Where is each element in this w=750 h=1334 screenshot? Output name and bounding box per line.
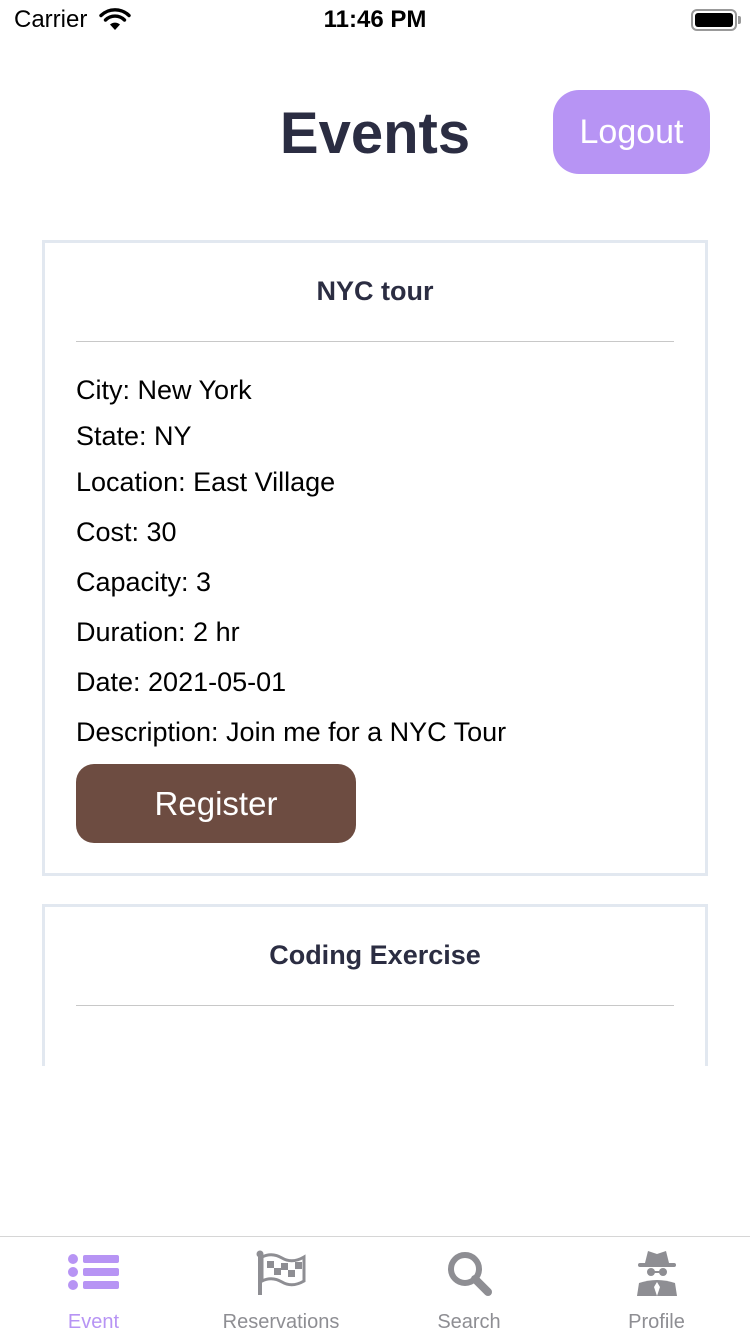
event-location: Location: East Village [76, 467, 336, 497]
battery-cap [738, 16, 741, 24]
event-description: Description: Join me for a NYC Tour [76, 717, 507, 747]
status-bar: Carrier 11:46 PM [0, 0, 750, 40]
event-cost: Cost: 30 [76, 517, 177, 547]
event-date: Date: 2021-05-01 [76, 667, 287, 697]
battery-icon [691, 9, 737, 31]
list-icon [67, 1254, 119, 1290]
tab-search[interactable]: Search [375, 1237, 563, 1334]
status-time: 11:46 PM [323, 6, 427, 33]
logout-button[interactable]: Logout [553, 90, 710, 174]
tab-label: Reservations [222, 1311, 340, 1333]
tab-label: Profile [628, 1311, 685, 1333]
event-card: NYC tour City: New York State: NY Locati… [42, 240, 708, 876]
event-list[interactable]: NYC tour City: New York State: NY Locati… [0, 240, 750, 1066]
event-city: City: New York [76, 375, 252, 405]
register-button[interactable]: Register [76, 764, 356, 843]
event-title: NYC tour [316, 276, 434, 306]
spy-icon [636, 1251, 677, 1296]
search-icon [448, 1252, 492, 1296]
tab-bar: Event Reservations Search Profile [0, 1236, 750, 1334]
tab-profile[interactable]: Profile [563, 1237, 750, 1334]
tab-event[interactable]: Event [0, 1237, 187, 1334]
event-divider [76, 341, 674, 342]
event-duration: Duration: 2 hr [76, 617, 240, 647]
tab-label: Search [437, 1311, 501, 1333]
tab-reservations[interactable]: Reservations [187, 1237, 375, 1334]
event-card: Coding Exercise [42, 904, 708, 1066]
tab-label: Event [67, 1311, 120, 1333]
app-screen: Carrier 11:46 PM Events Logout NYC tour … [0, 0, 750, 1334]
event-divider [76, 1005, 674, 1006]
event-title: Coding Exercise [269, 940, 481, 970]
event-state: State: NY [76, 421, 192, 451]
event-capacity: Capacity: 3 [76, 567, 212, 597]
flag-icon [256, 1250, 306, 1295]
